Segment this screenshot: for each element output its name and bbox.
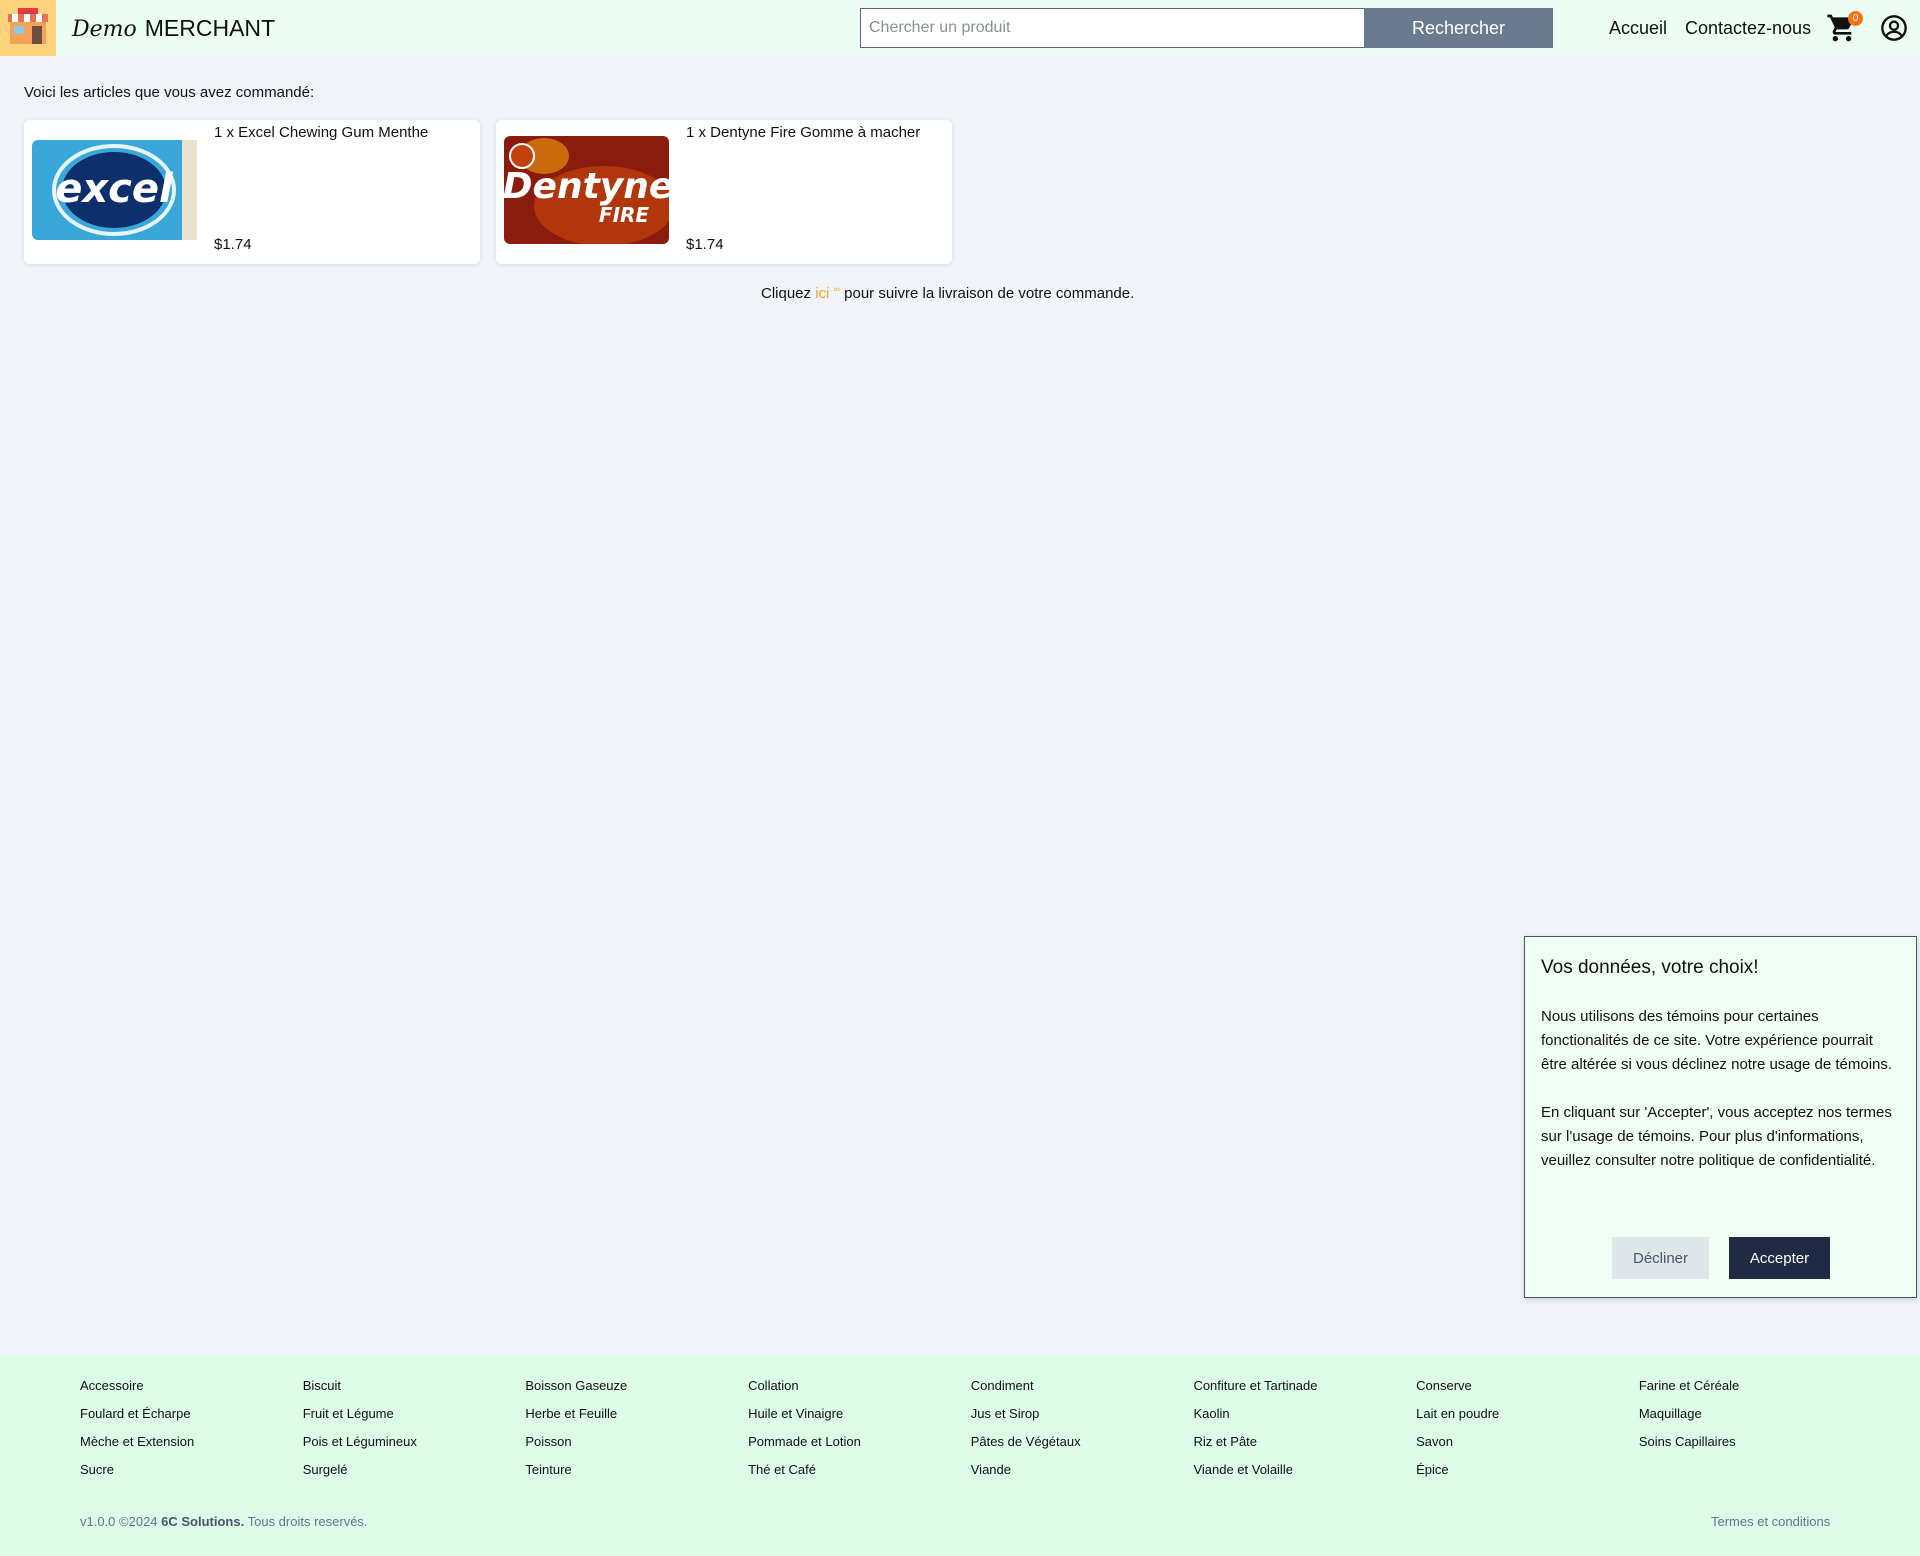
brand-name[interactable]: Demo MERCHANT	[72, 15, 275, 42]
footer-category-link[interactable]: Viande et Volaille	[1193, 1462, 1416, 1490]
cookie-paragraph: En cliquant sur 'Accepter', vous accepte…	[1541, 1104, 1892, 1169]
site-footer: Accessoire Biscuit Boisson Gaseuze Collatio…	[0, 1356, 1920, 1556]
footer-category-link[interactable]: Teinture	[525, 1462, 748, 1490]
footer-category-link[interactable]: Viande	[971, 1462, 1194, 1490]
footer-category-link[interactable]: Pâtes de Végétaux	[971, 1434, 1194, 1462]
footer-category-link[interactable]: Boisson Gaseuze	[525, 1378, 748, 1406]
accept-button[interactable]: Accepter	[1729, 1237, 1830, 1279]
version-text: v1.0.0 ©2024	[80, 1514, 158, 1529]
footer-category-link[interactable]: Confiture et Tartinade	[1193, 1378, 1416, 1406]
footer-category-link[interactable]: Accessoire	[80, 1378, 303, 1406]
order-item-title: 1 x Excel Chewing Gum Menthe	[214, 124, 429, 141]
cookie-consent-dialog: Vos données, votre choix! Nous utilisons…	[1524, 936, 1917, 1298]
footer-category-link[interactable]: Farine et Céréale	[1639, 1378, 1862, 1406]
cookie-actions: Décliner Accepter	[1612, 1237, 1830, 1279]
cookie-paragraph: Nous utilisons des témoins pour certaine…	[1541, 1008, 1893, 1073]
order-item-card[interactable]: Dentyne FIRE 1 x Dentyne Fire Gomme à ma…	[496, 120, 952, 264]
category-links: Accessoire Biscuit Boisson Gaseuze Collatio…	[80, 1378, 1862, 1490]
svg-text:Dentyne: Dentyne	[504, 166, 669, 207]
rights-text: Tous droits reservés.	[247, 1514, 368, 1529]
footer-category-link[interactable]: Pois et Légumineux	[303, 1434, 526, 1462]
tracking-prefix: Cliquez	[761, 285, 812, 302]
footer-category-link[interactable]: Riz et Pâte	[1193, 1434, 1416, 1462]
dentyne-fire-image: Dentyne FIRE	[503, 136, 674, 246]
footer-category-link[interactable]: Herbe et Feuille	[525, 1406, 748, 1434]
external-link-icon: ∞	[833, 284, 840, 294]
excel-gum-image: excel	[32, 136, 197, 244]
search-button[interactable]: Rechercher	[1364, 8, 1553, 48]
svg-text:excel: excel	[55, 166, 174, 212]
footer-category-link[interactable]: Jus et Sirop	[971, 1406, 1194, 1434]
footer-category-link[interactable]: Épice	[1416, 1462, 1639, 1490]
order-item-price: $1.74	[214, 236, 252, 253]
site-header: Demo MERCHANT Rechercher Accueil Contact…	[0, 0, 1920, 56]
order-item-card[interactable]: excel 1 x Excel Chewing Gum Menthe $1.74	[24, 120, 480, 264]
footer-category-link[interactable]: Huile et Vinaigre	[748, 1406, 971, 1434]
order-intro: Voici les articles que vous avez command…	[24, 84, 315, 101]
cart-count-badge: 0	[1848, 11, 1863, 26]
nav-contact-link[interactable]: Contactez-nous	[1685, 0, 1811, 56]
footer-category-link[interactable]: Fruit et Légume	[303, 1406, 526, 1434]
footer-category-link[interactable]: Mèche et Extension	[80, 1434, 303, 1462]
footer-category-link[interactable]: Pommade et Lotion	[748, 1434, 971, 1462]
footer-category-link[interactable]: Condiment	[971, 1378, 1194, 1406]
tracking-suffix: pour suivre la livraison de votre comman…	[844, 285, 1135, 302]
footer-category-link[interactable]: Thé et Café	[748, 1462, 971, 1490]
footer-category-link[interactable]: Savon	[1416, 1434, 1639, 1462]
order-item-title: 1 x Dentyne Fire Gomme à macher	[686, 124, 921, 141]
terms-link[interactable]: Termes et conditions	[1711, 1514, 1830, 1529]
tracking-link-label: ici	[815, 285, 830, 302]
footer-category-link[interactable]: Maquillage	[1639, 1406, 1862, 1434]
store-logo[interactable]	[0, 0, 56, 56]
search-bar: Rechercher	[860, 8, 1553, 48]
tracking-link[interactable]: ici ∞	[815, 284, 840, 302]
footer-category-link[interactable]: Poisson	[525, 1434, 748, 1462]
cookie-title: Vos données, votre choix!	[1541, 957, 1759, 978]
footer-category-link[interactable]: Kaolin	[1193, 1406, 1416, 1434]
brand-title: MERCHANT	[144, 14, 276, 41]
decline-button[interactable]: Décliner	[1612, 1237, 1709, 1279]
brand-prefix: Demo	[72, 16, 137, 42]
nav-home-link[interactable]: Accueil	[1609, 0, 1667, 56]
footer-category-link[interactable]: Sucre	[80, 1462, 303, 1490]
footer-category-link[interactable]: Biscuit	[303, 1378, 526, 1406]
footer-category-link[interactable]: Surgelé	[303, 1462, 526, 1490]
company-name: 6C Solutions.	[161, 1514, 245, 1529]
footer-category-link[interactable]: Collation	[748, 1378, 971, 1406]
footer-category-link[interactable]: Conserve	[1416, 1378, 1639, 1406]
account-icon[interactable]	[1880, 14, 1908, 42]
order-item-price: $1.74	[686, 236, 724, 253]
footer-category-link[interactable]: Foulard et Écharpe	[80, 1406, 303, 1434]
search-input[interactable]	[860, 8, 1364, 48]
footer-category-link[interactable]: Soins Capillaires	[1639, 1434, 1862, 1462]
svg-text:FIRE: FIRE	[599, 203, 650, 227]
footer-category-link[interactable]: Lait en poudre	[1416, 1406, 1639, 1434]
copyright: v1.0.0 ©2024 6C Solutions. Tous droits r…	[80, 1514, 368, 1529]
